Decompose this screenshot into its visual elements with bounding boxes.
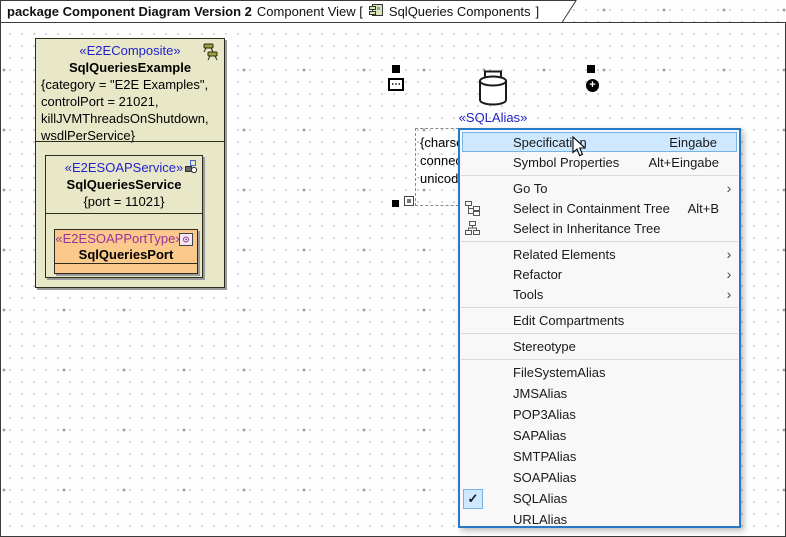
menu-item-label: Related Elements xyxy=(513,247,616,262)
menu-item-edit-compartments[interactable]: Edit Compartments xyxy=(460,310,739,330)
menu-item-sapalias[interactable]: SAPAlias xyxy=(460,425,739,446)
composite-stereotype-label: «E2EComposite» xyxy=(36,42,224,59)
menu-item-label: FileSystemAlias xyxy=(513,365,605,380)
port-type-component[interactable]: «E2ESOAPPortType» SqlQueriesPort xyxy=(54,229,198,274)
selection-handle[interactable] xyxy=(587,65,595,73)
menu-item-label: JMSAlias xyxy=(513,386,567,401)
menu-separator xyxy=(461,241,738,242)
menu-item-label: Select in Inheritance Tree xyxy=(513,221,660,236)
submenu-arrow-icon: › xyxy=(721,267,737,281)
menu-item-label: Go To xyxy=(513,181,547,196)
submenu-arrow-icon: › xyxy=(721,247,737,261)
tab-close-bracket: ] xyxy=(536,4,540,19)
composite-component[interactable]: «E2EComposite» SqlQueriesExample {catego… xyxy=(35,38,225,288)
tab-diagram-name: SqlQueries Components xyxy=(389,4,531,19)
collapsed-element[interactable]: ⋯ xyxy=(388,78,404,91)
menu-item-label: Stereotype xyxy=(513,339,576,354)
service-stereotype-label: «E2ESOAPService» xyxy=(46,159,202,176)
menu-item-refactor[interactable]: Refactor › xyxy=(460,264,739,284)
menu-item-symbol-properties[interactable]: Symbol Properties Alt+Eingabe xyxy=(460,152,739,172)
menu-separator xyxy=(461,359,738,360)
service-icon xyxy=(183,159,198,179)
composite-name: SqlQueriesExample xyxy=(36,59,224,76)
port-type-icon xyxy=(179,233,193,251)
menu-item-label: SOAPAlias xyxy=(513,470,576,485)
menu-item-shortcut: Alt+B xyxy=(688,201,721,216)
port-type-stereotype-label: «E2ESOAPPortType» xyxy=(55,231,197,247)
menu-item-urlalias[interactable]: URLAlias xyxy=(460,509,739,528)
menu-item-smtpalias[interactable]: SMTPAlias xyxy=(460,446,739,467)
menu-item-filesystemalias[interactable]: FileSystemAlias xyxy=(460,362,739,383)
menu-item-specification[interactable]: Specification Eingabe xyxy=(462,132,737,152)
component-diagram-icon xyxy=(368,2,384,21)
sqlalias-stereotype-label[interactable]: «SQLAlias» xyxy=(438,110,548,125)
menu-item-label: Tools xyxy=(513,287,543,302)
menu-item-sqlalias[interactable]: ✓ SQLAlias xyxy=(460,488,739,509)
composite-properties-text: {category = "E2E Examples", controlPort … xyxy=(36,76,224,144)
menu-item-stereotype[interactable]: Stereotype xyxy=(460,336,739,356)
menu-item-pop3alias[interactable]: POP3Alias xyxy=(460,404,739,425)
service-properties-text: {port = 11021} xyxy=(46,193,202,210)
menu-item-shortcut: Eingabe xyxy=(669,135,719,150)
tab-package-title: package Component Diagram Version 2 xyxy=(7,4,252,19)
menu-item-label: URLAlias xyxy=(513,512,567,527)
menu-item-label: SQLAlias xyxy=(513,491,567,506)
port-type-name: SqlQueriesPort xyxy=(55,247,197,263)
menu-item-tools[interactable]: Tools › xyxy=(460,284,739,304)
menu-separator xyxy=(461,175,738,176)
menu-item-label: Select in Containment Tree xyxy=(513,201,670,216)
mouse-cursor-icon xyxy=(572,136,587,163)
ellipsis-icon: ⋯ xyxy=(391,80,401,90)
database-icon[interactable] xyxy=(476,70,510,110)
menu-item-label: Refactor xyxy=(513,267,562,282)
containment-tree-icon xyxy=(464,200,513,216)
composite-icon xyxy=(198,42,220,67)
port-plus-icon[interactable]: + xyxy=(586,79,599,92)
menu-separator xyxy=(461,333,738,334)
menu-item-jmsalias[interactable]: JMSAlias xyxy=(460,383,739,404)
diagram-frame-left-border xyxy=(0,0,1,537)
expand-icon[interactable] xyxy=(404,196,414,206)
service-name: SqlQueriesService xyxy=(46,176,202,193)
checkmark-icon: ✓ xyxy=(463,489,483,509)
selection-handle[interactable] xyxy=(392,200,399,207)
soap-service-component[interactable]: «E2ESOAPService» SqlQueriesService {port… xyxy=(45,155,203,278)
menu-item-soapalias[interactable]: SOAPAlias xyxy=(460,467,739,488)
selection-handle[interactable] xyxy=(392,65,400,73)
menu-item-select-in-containment-tree[interactable]: Select in Containment Tree Alt+B xyxy=(460,198,739,218)
menu-item-select-in-inheritance-tree[interactable]: Select in Inheritance Tree xyxy=(460,218,739,238)
inheritance-tree-icon xyxy=(464,220,513,236)
context-menu: Specification Eingabe Symbol Properties … xyxy=(458,128,741,528)
menu-item-related-elements[interactable]: Related Elements › xyxy=(460,244,739,264)
menu-item-shortcut: Alt+Eingabe xyxy=(649,155,721,170)
menu-item-go-to[interactable]: Go To › xyxy=(460,178,739,198)
menu-item-label: SMTPAlias xyxy=(513,449,576,464)
menu-item-label: POP3Alias xyxy=(513,407,576,422)
diagram-frame-tab[interactable]: package Component Diagram Version 2 Comp… xyxy=(0,0,580,24)
menu-item-label: Symbol Properties xyxy=(513,155,619,170)
menu-item-label: SAPAlias xyxy=(513,428,566,443)
tab-view-label: Component View [ xyxy=(257,4,363,19)
diagram-canvas[interactable]: package Component Diagram Version 2 Comp… xyxy=(0,0,786,537)
submenu-arrow-icon: › xyxy=(721,287,737,301)
menu-item-label: Edit Compartments xyxy=(513,313,624,328)
submenu-arrow-icon: › xyxy=(721,181,737,195)
menu-separator xyxy=(461,307,738,308)
